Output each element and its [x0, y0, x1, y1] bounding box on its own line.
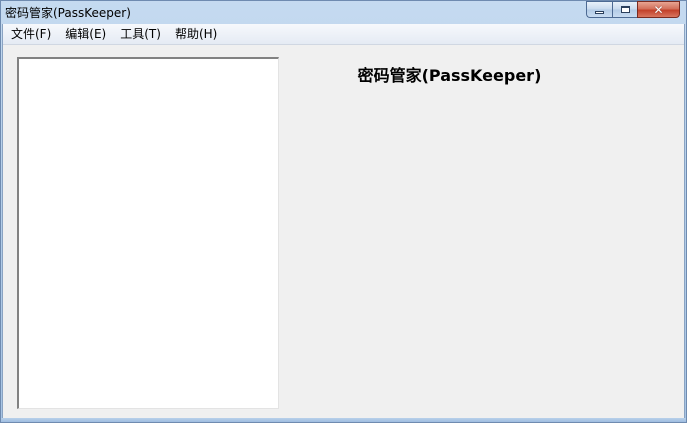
menu-edit[interactable]: 编辑(E) [58, 25, 113, 43]
menu-bar: 文件(F) 编辑(E) 工具(T) 帮助(H) [3, 24, 684, 45]
window-bottom-border [1, 418, 686, 422]
app-window: 密码管家(PassKeeper) ✕ 文件(F) 编辑(E) 工具(T) 帮助(… [0, 0, 687, 423]
menu-file[interactable]: 文件(F) [3, 25, 58, 43]
menu-tools[interactable]: 工具(T) [113, 25, 168, 43]
password-list[interactable] [17, 57, 279, 409]
minimize-button[interactable] [586, 1, 612, 18]
maximize-icon [620, 6, 630, 13]
app-heading: 密码管家(PassKeeper) [357, 66, 542, 85]
window-controls: ✕ [586, 1, 680, 19]
title-bar[interactable]: 密码管家(PassKeeper) ✕ [1, 1, 686, 23]
maximize-button[interactable] [612, 1, 637, 18]
client-area: 文件(F) 编辑(E) 工具(T) 帮助(H) 密码管家(PassKeeper) [2, 24, 685, 420]
minimize-icon [595, 11, 604, 14]
close-button[interactable]: ✕ [637, 1, 680, 18]
close-icon: ✕ [653, 2, 664, 17]
menu-help[interactable]: 帮助(H) [168, 25, 224, 43]
window-title: 密码管家(PassKeeper) [5, 6, 131, 20]
